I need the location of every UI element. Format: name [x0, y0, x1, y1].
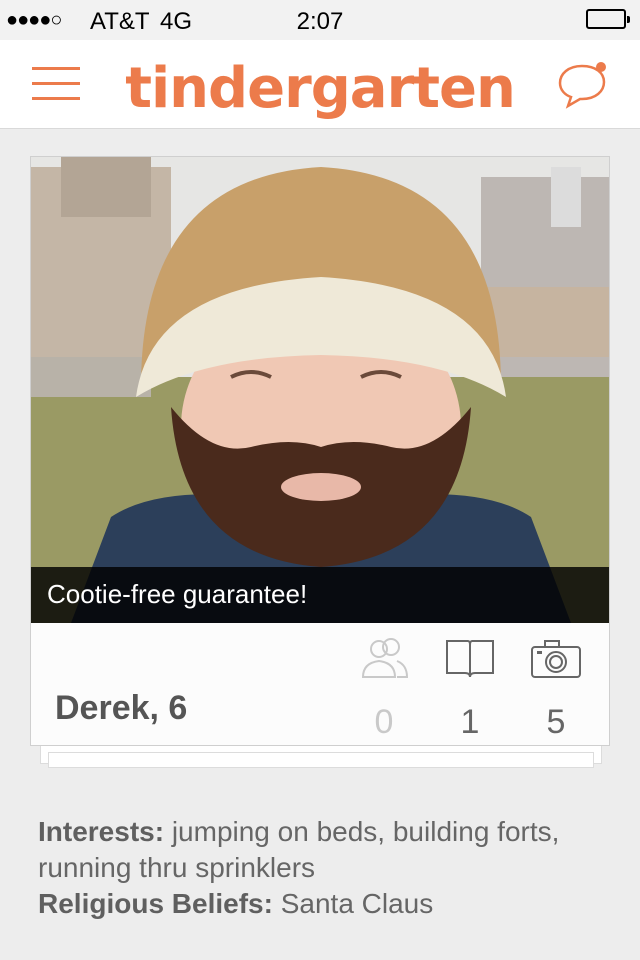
profile-card[interactable]: Cootie-free guarantee! Derek, 6 0 1 5 — [30, 156, 610, 746]
interests-row: Interests: jumping on beds, building for… — [38, 814, 618, 886]
interests-label: Interests: — [38, 816, 165, 847]
profile-photo[interactable]: Cootie-free guarantee! — [31, 157, 609, 623]
card-info: Derek, 6 0 1 5 — [31, 623, 609, 745]
profile-details: Interests: jumping on beds, building for… — [38, 814, 618, 922]
photos-stat[interactable]: 5 — [521, 637, 591, 742]
beliefs-value: Santa Claus — [280, 888, 434, 919]
card-stack-layer — [48, 752, 594, 768]
common-friends-count: 0 — [374, 703, 394, 741]
camera-icon — [531, 640, 581, 678]
photo-caption: Cootie-free guarantee! — [47, 579, 308, 609]
beliefs-label: Religious Beliefs: — [38, 888, 273, 919]
book-icon — [446, 640, 494, 678]
battery-icon — [586, 9, 630, 29]
profile-name-age: Derek, 6 — [55, 689, 188, 727]
friends-icon — [361, 638, 409, 678]
caption-bar: Cootie-free guarantee! — [31, 567, 609, 623]
chat-bubble-icon[interactable] — [558, 60, 610, 110]
clock: 2:07 — [296, 8, 344, 35]
nav-bar: tindergarten — [0, 40, 640, 129]
status-bar: ●●●●○ AT&T 4G 2:07 — [0, 0, 640, 40]
app-logo: tindergarten — [125, 56, 516, 121]
common-interests-count: 1 — [460, 703, 480, 741]
photos-count: 5 — [546, 703, 566, 741]
common-friends-stat[interactable]: 0 — [349, 637, 419, 742]
common-interests-stat[interactable]: 1 — [435, 637, 505, 742]
beliefs-row: Religious Beliefs: Santa Claus — [38, 886, 618, 922]
